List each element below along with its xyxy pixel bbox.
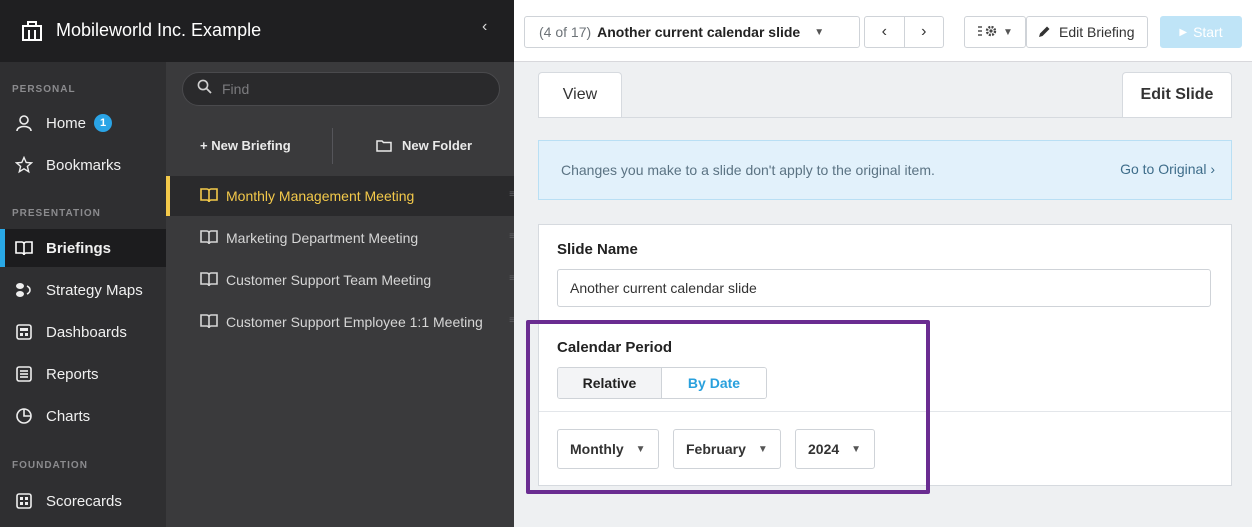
pie-chart-icon: [14, 406, 34, 426]
folder-icon: [376, 139, 392, 152]
nav-item-briefings[interactable]: Briefings: [0, 229, 166, 267]
next-slide-button[interactable]: ›: [905, 23, 944, 41]
app-logo-icon: [20, 19, 44, 43]
new-folder-button[interactable]: New Folder: [376, 138, 472, 153]
briefing-item[interactable]: Customer Support Team Meeting ≡: [166, 260, 514, 300]
book-icon: [200, 271, 220, 289]
section-label-personal: PERSONAL: [12, 84, 76, 95]
app-title: Mobileworld Inc. Example: [56, 20, 262, 40]
calendar-period-highlight-frame: [526, 320, 930, 494]
nav-item-label: Home: [46, 114, 87, 132]
slide-selector-dropdown[interactable]: (4 of 17) Another current calendar slide…: [524, 16, 860, 48]
chevron-down-icon: ▼: [1003, 26, 1013, 38]
slide-name-input[interactable]: [557, 269, 1211, 307]
chevron-down-icon: ▼: [814, 26, 825, 38]
tab-divider: [538, 117, 1232, 118]
collapse-sidebar-button[interactable]: ‹: [482, 18, 487, 36]
report-icon: [14, 364, 34, 384]
briefing-item-label: Monthly Management Meeting: [226, 188, 415, 204]
divider: [332, 128, 333, 164]
tab-view[interactable]: View: [538, 72, 622, 117]
nav-item-label: Briefings: [46, 239, 112, 257]
user-icon: [14, 113, 34, 133]
start-presentation-button[interactable]: ▶ Start: [1160, 16, 1242, 48]
slide-settings-button[interactable]: ▼: [964, 16, 1026, 48]
info-notice: Changes you make to a slide don't apply …: [538, 140, 1232, 200]
search-input[interactable]: [222, 81, 482, 97]
book-icon: [14, 238, 34, 258]
briefing-item-label: Customer Support Employee 1:1 Meeting: [226, 314, 483, 330]
left-navigation: PERSONAL Home 1 Bookmarks PRESENTATION B…: [0, 0, 166, 527]
dashboard-icon: [14, 322, 34, 342]
briefing-item-label: Customer Support Team Meeting: [226, 272, 432, 288]
edit-briefing-button[interactable]: Edit Briefing: [1026, 16, 1148, 48]
new-briefing-button[interactable]: + New Briefing: [200, 138, 291, 153]
nav-item-label: Dashboards: [46, 323, 127, 341]
search-box[interactable]: [182, 72, 500, 106]
briefings-panel: + New Briefing New Folder Monthly Manage…: [166, 62, 514, 527]
tab-edit-slide[interactable]: Edit Slide: [1122, 72, 1232, 117]
new-briefing-label: + New Briefing: [200, 138, 291, 153]
section-label-foundation: FOUNDATION: [12, 460, 88, 471]
nav-item-label: Charts: [46, 407, 91, 425]
slide-navigation: ‹ ›: [864, 16, 944, 48]
briefing-actions: + New Briefing New Folder: [166, 124, 514, 172]
briefing-item-label: Marketing Department Meeting: [226, 230, 419, 246]
nav-item-reports[interactable]: Reports: [0, 355, 166, 393]
play-icon: ▶: [1179, 26, 1188, 38]
book-icon: [200, 229, 220, 247]
pencil-icon: [1037, 25, 1051, 39]
nav-item-scorecards[interactable]: Scorecards: [0, 482, 166, 520]
previous-slide-button[interactable]: ‹: [865, 23, 904, 41]
start-label: Start: [1193, 24, 1223, 40]
nav-item-dashboards[interactable]: Dashboards: [0, 313, 166, 351]
book-icon: [200, 187, 220, 205]
star-icon: [14, 155, 34, 175]
slide-count: (4 of 17): [539, 24, 592, 40]
notice-text: Changes you make to a slide don't apply …: [561, 162, 935, 178]
section-label-presentation: PRESENTATION: [12, 208, 101, 219]
nav-item-bookmarks[interactable]: Bookmarks: [0, 146, 166, 184]
app-header: Mobileworld Inc. Example ‹: [0, 0, 514, 62]
scorecard-icon: [14, 491, 34, 511]
nav-item-label: Scorecards: [46, 492, 122, 510]
briefing-item[interactable]: Marketing Department Meeting ≡: [166, 218, 514, 258]
new-folder-label: New Folder: [402, 138, 473, 153]
go-to-original-link[interactable]: Go to Original ›: [1120, 161, 1215, 177]
slide-toolbar: (4 of 17) Another current calendar slide…: [514, 0, 1252, 62]
nav-item-label: Strategy Maps: [46, 281, 143, 299]
gear-icon: [977, 23, 999, 42]
briefing-item[interactable]: Customer Support Employee 1:1 Meeting ≡: [166, 302, 514, 342]
nav-item-label: Reports: [46, 365, 99, 383]
notification-badge: 1: [94, 114, 113, 132]
edit-briefing-label: Edit Briefing: [1059, 24, 1135, 40]
slide-name-label: Slide Name: [557, 241, 638, 258]
nav-item-charts[interactable]: Charts: [0, 397, 166, 435]
nav-item-home[interactable]: Home 1: [0, 104, 166, 142]
nav-item-label: Bookmarks: [46, 156, 122, 174]
book-icon: [200, 313, 220, 331]
search-icon: [197, 79, 212, 99]
strategy-map-icon: [14, 280, 34, 300]
nav-item-strategy-maps[interactable]: Strategy Maps: [0, 271, 166, 309]
slide-name: Another current calendar slide: [597, 24, 801, 40]
briefing-item[interactable]: Monthly Management Meeting ≡: [166, 176, 514, 216]
